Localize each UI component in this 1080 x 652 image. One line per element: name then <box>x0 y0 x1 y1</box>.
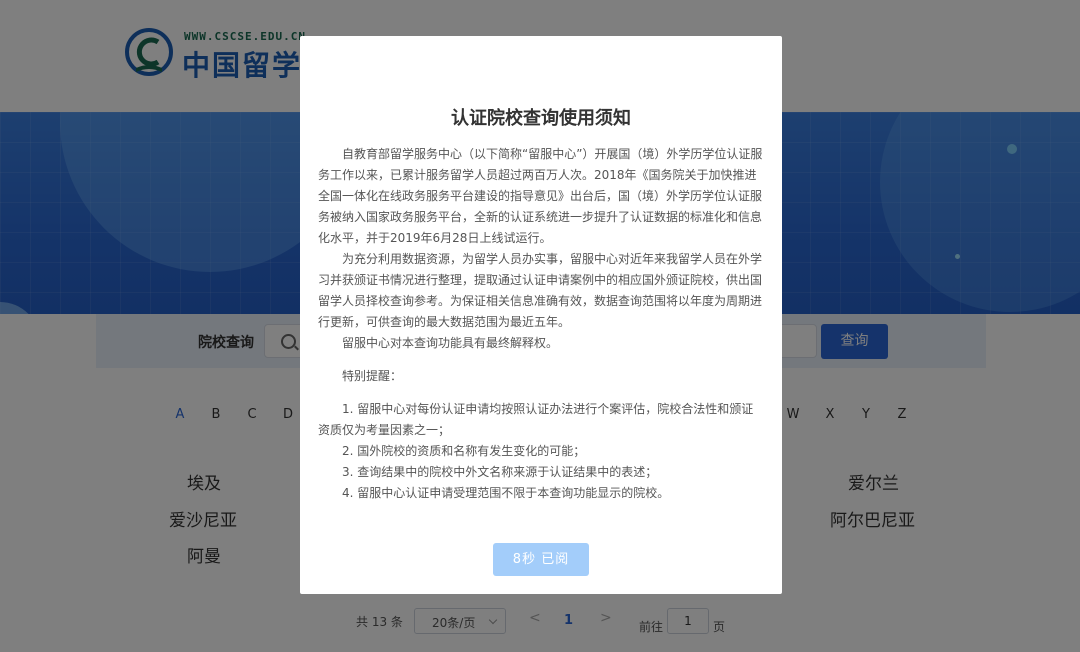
reminder-item: 2. 国外院校的资质和名称有发生变化的可能； <box>342 444 586 458</box>
notice-paragraph: 留服中心对本查询功能具有最终解释权。 <box>342 336 559 350</box>
acknowledge-button[interactable]: 8秒 已阅 <box>493 543 589 576</box>
reminder-item: 3. 查询结果中的院校中外文名称来源于认证结果中的表述； <box>342 465 658 479</box>
dialog-title: 认证院校查询使用须知 <box>451 108 631 129</box>
reminder-title: 特别提醒： <box>342 369 403 383</box>
notice-paragraph: 为充分利用数据资源，为留学人员办实事，留服中心对近年来我留学人员在外学习并获颁证… <box>318 252 763 329</box>
reminder-item: 4. 留服中心认证申请受理范围不限于本查询功能显示的院校。 <box>342 486 670 500</box>
notice-paragraph: 自教育部留学服务中心（以下简称“留服中心”）开展国（境）外学历学位认证服务工作以… <box>318 147 763 245</box>
reminder-item: 1. 留服中心对每份认证申请均按照认证办法进行个案评估，院校合法性和颁证资质仅为… <box>318 402 754 437</box>
dialog-body: 自教育部留学服务中心（以下简称“留服中心”）开展国（境）外学历学位认证服务工作以… <box>318 144 764 504</box>
notice-dialog: 认证院校查询使用须知 自教育部留学服务中心（以下简称“留服中心”）开展国（境）外… <box>300 36 782 594</box>
